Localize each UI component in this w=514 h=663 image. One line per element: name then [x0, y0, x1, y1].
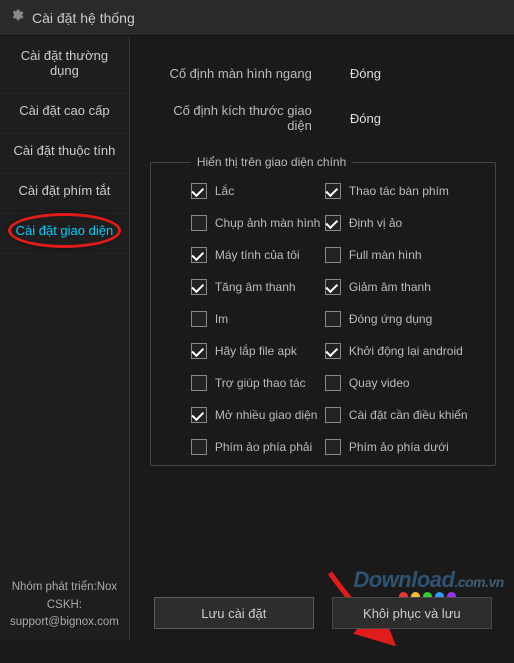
dev-team-text: Nhóm phát triển:Nox: [10, 579, 119, 596]
sidebar-item-common[interactable]: Cài đặt thường dụng: [0, 36, 129, 91]
checkbox-label: Khởi động lại android: [349, 344, 463, 358]
checkbox-box[interactable]: [325, 279, 341, 295]
fieldset-legend: Hiển thị trên giao diện chính: [191, 155, 352, 169]
window-title: Cài đặt hệ thống: [32, 10, 135, 26]
checkbox-label: Hãy lắp file apk: [215, 344, 297, 358]
restore-button[interactable]: Khôi phục và lưu: [332, 597, 492, 629]
checkbox-box[interactable]: [325, 375, 341, 391]
checkbox-label: Trợ giúp thao tác: [215, 376, 306, 390]
checkbox-label: Im: [215, 312, 228, 326]
sidebar-item-interface[interactable]: Cài đặt giao diện: [0, 211, 129, 251]
watermark: Download.com.vn: [353, 567, 504, 593]
checkbox-8[interactable]: Im: [191, 311, 321, 327]
display-options-fieldset: Hiển thị trên giao diện chính Lắc Thao tá…: [150, 155, 496, 466]
checkbox-box[interactable]: [191, 279, 207, 295]
checkbox-label: Định vị ảo: [349, 216, 402, 230]
checkbox-3[interactable]: Định vị ảo: [325, 215, 485, 231]
checkbox-17[interactable]: Phím ảo phía dưới: [325, 439, 485, 455]
sidebar-item-properties[interactable]: Cài đặt thuộc tính: [0, 131, 129, 171]
row-fixed-size: Cố định kích thước giao diện Đóng: [150, 103, 496, 133]
checkbox-5[interactable]: Full màn hình: [325, 247, 485, 263]
save-button[interactable]: Lưu cài đặt: [154, 597, 314, 629]
checkbox-14[interactable]: Mở nhiều giao diện: [191, 407, 321, 423]
checkbox-12[interactable]: Trợ giúp thao tác: [191, 375, 321, 391]
checkbox-4[interactable]: Máy tính của tôi: [191, 247, 321, 263]
checkbox-box[interactable]: [191, 311, 207, 327]
sidebar-item-shortcuts[interactable]: Cài đặt phím tắt: [0, 171, 129, 211]
fixed-landscape-label: Cố định màn hình ngang: [150, 66, 330, 81]
checkbox-9[interactable]: Đóng ứng dụng: [325, 311, 485, 327]
checkbox-label: Cài đặt cần điều khiển: [349, 408, 468, 422]
sidebar-footer: Nhóm phát triển:Nox CSKH: support@bignox…: [0, 569, 129, 641]
content-panel: Cố định màn hình ngang Đóng Cố định kích…: [130, 36, 514, 641]
checkbox-box[interactable]: [191, 439, 207, 455]
checkbox-box[interactable]: [325, 407, 341, 423]
checkbox-label: Phím ảo phía phải: [215, 440, 312, 454]
checkbox-7[interactable]: Giảm âm thanh: [325, 279, 485, 295]
checkbox-box[interactable]: [191, 343, 207, 359]
checkbox-label: Giảm âm thanh: [349, 280, 431, 294]
checkbox-label: Lắc: [215, 184, 234, 198]
checkbox-grid: Lắc Thao tác bàn phím Chụp ảnh màn hình Địn…: [191, 183, 485, 455]
checkbox-box[interactable]: [325, 215, 341, 231]
checkbox-10[interactable]: Hãy lắp file apk: [191, 343, 321, 359]
fixed-size-label: Cố định kích thước giao diện: [150, 103, 330, 133]
checkbox-13[interactable]: Quay video: [325, 375, 485, 391]
checkbox-box[interactable]: [191, 375, 207, 391]
checkbox-11[interactable]: Khởi động lại android: [325, 343, 485, 359]
checkbox-0[interactable]: Lắc: [191, 183, 321, 199]
checkbox-label: Phím ảo phía dưới: [349, 440, 449, 454]
checkbox-box[interactable]: [325, 247, 341, 263]
sidebar-item-advanced[interactable]: Cài đặt cao cấp: [0, 91, 129, 131]
checkbox-1[interactable]: Thao tác bàn phím: [325, 183, 485, 199]
gear-icon: [10, 8, 24, 27]
checkbox-label: Đóng ứng dụng: [349, 312, 432, 326]
checkbox-16[interactable]: Phím ảo phía phải: [191, 439, 321, 455]
checkbox-6[interactable]: Tăng âm thanh: [191, 279, 321, 295]
checkbox-label: Quay video: [349, 376, 410, 390]
checkbox-label: Full màn hình: [349, 248, 422, 262]
fixed-size-value[interactable]: Đóng: [330, 111, 381, 126]
checkbox-2[interactable]: Chụp ảnh màn hình: [191, 215, 321, 231]
checkbox-label: Mở nhiều giao diện: [215, 408, 318, 422]
checkbox-box[interactable]: [191, 247, 207, 263]
checkbox-box[interactable]: [191, 183, 207, 199]
support-email: support@bignox.com: [10, 614, 119, 631]
checkbox-box[interactable]: [325, 183, 341, 199]
cskh-text: CSKH:: [10, 597, 119, 614]
checkbox-label: Thao tác bàn phím: [349, 184, 449, 198]
checkbox-label: Chụp ảnh màn hình: [215, 216, 320, 230]
sidebar: Cài đặt thường dụng Cài đặt cao cấp Cài …: [0, 36, 130, 641]
main-area: Cài đặt thường dụng Cài đặt cao cấp Cài …: [0, 36, 514, 641]
checkbox-label: Tăng âm thanh: [215, 280, 296, 294]
checkbox-box[interactable]: [325, 343, 341, 359]
fixed-landscape-value[interactable]: Đóng: [330, 66, 381, 81]
row-fixed-landscape: Cố định màn hình ngang Đóng: [150, 66, 496, 81]
checkbox-label: Máy tính của tôi: [215, 248, 300, 262]
checkbox-box[interactable]: [325, 311, 341, 327]
button-row: Lưu cài đặt Khôi phục và lưu: [130, 597, 514, 629]
checkbox-15[interactable]: Cài đặt cần điều khiển: [325, 407, 485, 423]
checkbox-box[interactable]: [325, 439, 341, 455]
checkbox-box[interactable]: [191, 407, 207, 423]
checkbox-box[interactable]: [191, 215, 207, 231]
title-bar: Cài đặt hệ thống: [0, 0, 514, 36]
